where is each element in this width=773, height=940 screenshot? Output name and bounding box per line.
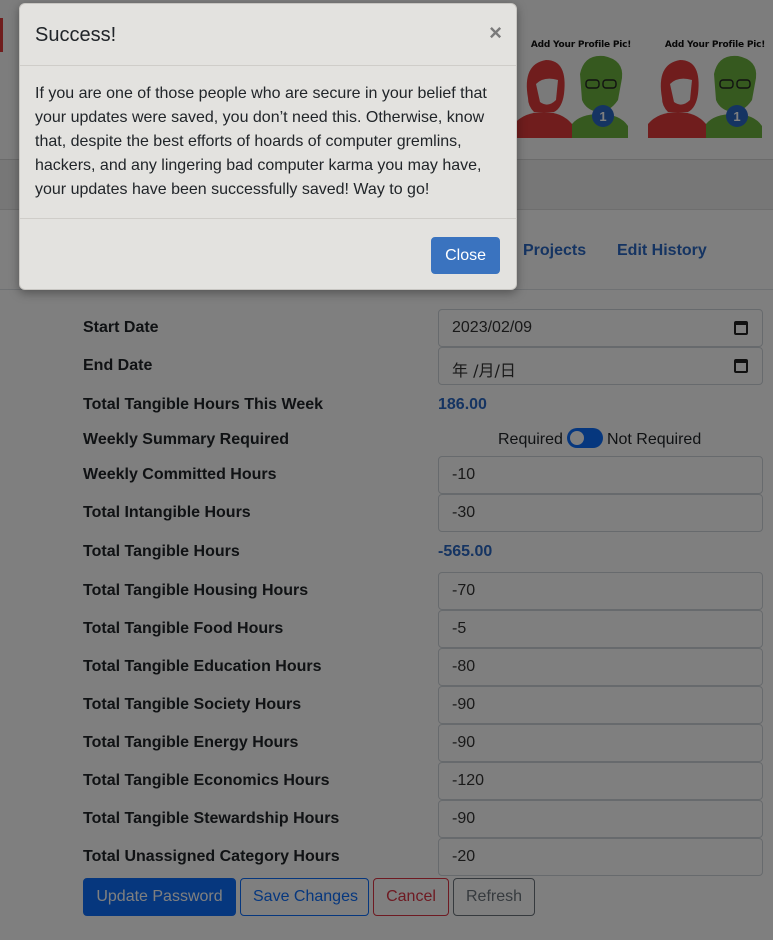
close-button[interactable]: Close bbox=[431, 237, 500, 274]
modal-message: If you are one of those people who are s… bbox=[35, 85, 487, 198]
modal-title: Success! bbox=[35, 24, 117, 46]
modal-header: Success! × bbox=[20, 4, 516, 66]
close-icon[interactable]: × bbox=[489, 22, 502, 44]
success-modal: Success! × If you are one of those peopl… bbox=[19, 3, 517, 290]
modal-footer: Close bbox=[20, 218, 516, 290]
